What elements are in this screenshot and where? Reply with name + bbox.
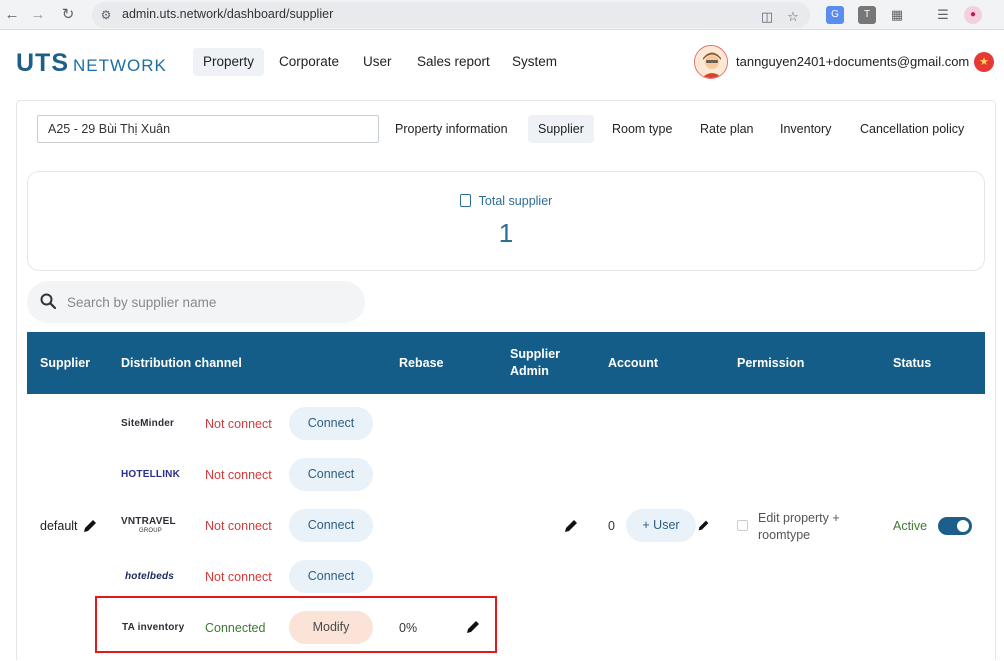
total-supplier-card: Total supplier 1 bbox=[27, 171, 985, 271]
extension-t-icon[interactable]: T bbox=[858, 6, 876, 24]
header-permission: Permission bbox=[737, 356, 805, 370]
hotelbeds-connect-button[interactable]: Connect bbox=[289, 560, 373, 593]
vntravel-logo-sub: GROUP bbox=[139, 528, 163, 534]
user-email[interactable]: tannguyen2401+documents@gmail.com bbox=[736, 54, 969, 69]
header-supplier-admin-1: Supplier bbox=[510, 347, 561, 361]
vntravel-logo: VNTRAVEL bbox=[121, 516, 176, 527]
nav-user[interactable]: User bbox=[353, 48, 402, 76]
siteminder-status: Not connect bbox=[205, 417, 272, 431]
search-icon bbox=[40, 293, 56, 309]
tab-property-information[interactable]: Property information bbox=[385, 115, 518, 143]
add-user-button[interactable]: + User bbox=[626, 509, 696, 542]
reload-icon[interactable]: ↻ bbox=[58, 5, 78, 25]
status-toggle[interactable] bbox=[938, 517, 972, 535]
user-avatar[interactable] bbox=[694, 45, 728, 79]
logo-sub: NETWORK bbox=[73, 56, 167, 75]
translate-icon[interactable]: ◫ bbox=[758, 8, 776, 26]
edit-supplier-admin-pencil-icon[interactable] bbox=[563, 518, 579, 534]
vietnam-flag-icon[interactable]: ★ bbox=[974, 52, 994, 72]
hotellink-logo: HOTELLINK bbox=[121, 469, 181, 480]
nav-system[interactable]: System bbox=[502, 48, 567, 76]
search-input[interactable] bbox=[67, 289, 347, 315]
edit-supplier-pencil-icon[interactable] bbox=[82, 518, 98, 534]
address-bar[interactable]: ⚙ admin.uts.network/dashboard/supplier ◫… bbox=[92, 2, 810, 28]
status-text: Active bbox=[893, 519, 928, 533]
header-status: Status bbox=[893, 356, 932, 370]
header-account: Account bbox=[608, 356, 658, 370]
table-header: Supplier Distribution channel Rebase Sup… bbox=[27, 332, 985, 394]
extensions-puzzle-icon[interactable]: ▦ bbox=[888, 6, 906, 24]
permission-label-2: roomtype bbox=[758, 528, 811, 542]
header-supplier: Supplier bbox=[40, 356, 91, 370]
browser-toolbar: ← → ↻ ⚙ admin.uts.network/dashboard/supp… bbox=[0, 0, 1004, 30]
vntravel-status: Not connect bbox=[205, 519, 272, 533]
media-queue-icon[interactable]: ☰ bbox=[934, 6, 952, 24]
header-rebase: Rebase bbox=[399, 356, 444, 370]
nav-corporate[interactable]: Corporate bbox=[269, 48, 349, 76]
tab-room-type[interactable]: Room type bbox=[602, 115, 682, 143]
site-info-icon[interactable]: ⚙ bbox=[98, 7, 114, 23]
supplier-search[interactable] bbox=[27, 281, 365, 323]
translate-extension-icon[interactable]: G bbox=[826, 6, 844, 24]
tab-inventory[interactable]: Inventory bbox=[770, 115, 841, 143]
hotellink-status: Not connect bbox=[205, 468, 272, 482]
hotelbeds-status: Not connect bbox=[205, 570, 272, 584]
account-count: 0 bbox=[608, 519, 615, 533]
tab-cancellation-policy[interactable]: Cancellation policy bbox=[850, 115, 974, 143]
total-supplier-value: 1 bbox=[498, 218, 514, 248]
url-text: admin.uts.network/dashboard/supplier bbox=[122, 7, 334, 21]
document-icon bbox=[459, 194, 471, 207]
back-arrow-icon[interactable]: ← bbox=[2, 5, 22, 25]
permission-label-1: Edit property + bbox=[758, 511, 840, 525]
siteminder-connect-button[interactable]: Connect bbox=[289, 407, 373, 440]
avatar-person-icon bbox=[695, 46, 727, 78]
header-distribution-channel: Distribution channel bbox=[121, 356, 242, 370]
permission-checkbox[interactable] bbox=[737, 520, 748, 531]
logo-main: UTS bbox=[16, 49, 69, 77]
main-content-card: A25 - 29 Bùi Thị Xuân Property informati… bbox=[16, 100, 996, 661]
edit-account-pencil-icon[interactable] bbox=[697, 519, 710, 532]
forward-arrow-icon[interactable]: → bbox=[28, 5, 48, 25]
tab-rate-plan[interactable]: Rate plan bbox=[690, 115, 764, 143]
nav-sales-report[interactable]: Sales report bbox=[407, 48, 500, 76]
tab-supplier[interactable]: Supplier bbox=[528, 115, 594, 143]
vntravel-connect-button[interactable]: Connect bbox=[289, 509, 373, 542]
highlight-box bbox=[95, 596, 497, 653]
uts-logo[interactable]: UTS NETWORK bbox=[16, 49, 167, 79]
header-supplier-admin-2: Admin bbox=[510, 364, 549, 378]
total-supplier-label: Total supplier bbox=[478, 194, 553, 208]
profile-icon[interactable]: ● bbox=[964, 6, 982, 24]
bookmark-star-icon[interactable]: ☆ bbox=[784, 8, 802, 26]
nav-property[interactable]: Property bbox=[193, 48, 265, 76]
hotellink-connect-button[interactable]: Connect bbox=[289, 458, 373, 491]
property-select[interactable]: A25 - 29 Bùi Thị Xuân bbox=[37, 115, 379, 143]
supplier-name: default bbox=[40, 519, 78, 533]
app-header: UTS NETWORK Property Corporate User Sales… bbox=[0, 31, 1004, 93]
hotelbeds-logo: hotelbeds bbox=[125, 571, 175, 582]
siteminder-logo: SiteMinder bbox=[121, 418, 175, 429]
